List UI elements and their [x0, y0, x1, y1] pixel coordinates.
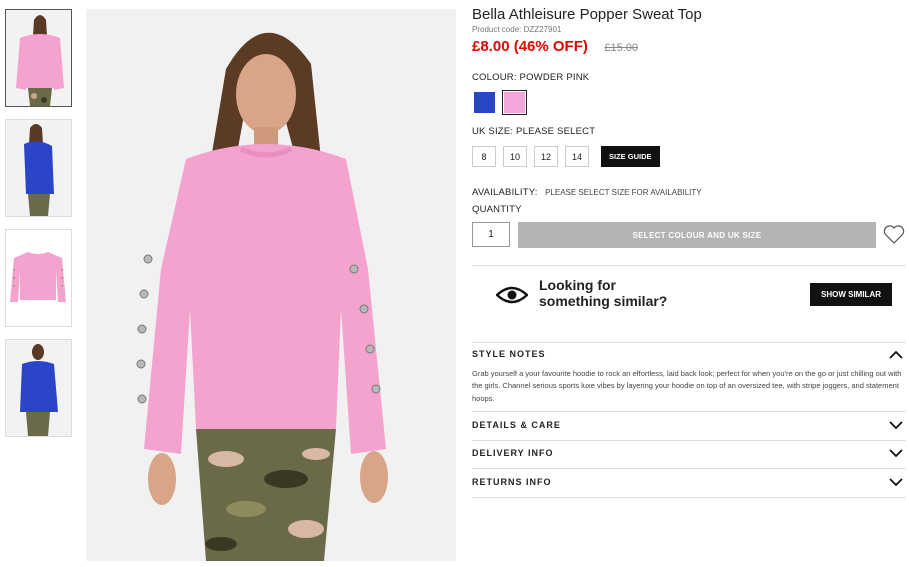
price-row: £8.00 (46% OFF) £15.00 — [472, 38, 638, 56]
add-to-bag-button[interactable]: SELECT COLOUR AND UK SIZE — [518, 222, 876, 248]
colour-label-text: COLOUR: — [472, 72, 517, 83]
size-option-12[interactable]: 12 — [534, 146, 558, 167]
size-guide-button[interactable]: SIZE GUIDE — [601, 146, 660, 167]
accordion-returns-info[interactable]: RETURNS INFO — [472, 477, 552, 487]
divider — [472, 265, 906, 266]
divider — [472, 342, 906, 343]
similar-line-2: something similar? — [539, 293, 668, 309]
similar-heading: Looking for something similar? — [539, 277, 667, 309]
chevron-down-icon[interactable] — [889, 478, 903, 487]
divider — [472, 497, 906, 498]
was-price: £15.00 — [604, 42, 638, 54]
swatch-powder-pink[interactable] — [502, 90, 527, 115]
chevron-down-icon[interactable] — [889, 449, 903, 458]
availability-value: PLEASE SELECT SIZE FOR AVAILABILITY — [545, 188, 702, 197]
accordion-details-care[interactable]: DETAILS & CARE — [472, 420, 561, 430]
sale-price: £8.00 (46% OFF) — [472, 38, 588, 55]
main-product-image[interactable] — [86, 9, 456, 561]
swatch-cobalt[interactable] — [472, 90, 497, 115]
similar-banner: Looking for something similar? SHOW SIMI… — [472, 273, 906, 323]
accordion-delivery-info[interactable]: DELIVERY INFO — [472, 448, 554, 458]
availability: AVAILABILITY: PLEASE SELECT SIZE FOR AVA… — [472, 182, 702, 200]
product-code: Product code: DZZ27901 — [472, 25, 562, 34]
eye-icon — [496, 286, 528, 304]
size-value: PLEASE SELECT — [516, 126, 596, 137]
thumbnail-flat-pink[interactable] — [5, 229, 72, 327]
colour-label: COLOUR: POWDER PINK — [472, 72, 589, 83]
size-option-10[interactable]: 10 — [503, 146, 527, 167]
chevron-down-icon[interactable] — [889, 421, 903, 430]
colour-swatches — [472, 90, 527, 115]
accordion-style-notes[interactable]: STYLE NOTES — [472, 349, 546, 359]
colour-value: POWDER PINK — [519, 72, 590, 83]
thumbnail-list — [5, 9, 72, 449]
show-similar-button[interactable]: SHOW SIMILAR — [810, 283, 892, 306]
thumbnail-back-blue[interactable] — [5, 339, 72, 437]
size-option-8[interactable]: 8 — [472, 146, 496, 167]
divider — [472, 440, 906, 441]
size-label: UK SIZE: PLEASE SELECT — [472, 126, 595, 137]
size-option-14[interactable]: 14 — [565, 146, 589, 167]
heart-icon[interactable] — [882, 222, 906, 246]
style-notes-text: Grab yourself a your favourite hoodie to… — [472, 369, 902, 403]
product-title: Bella Athleisure Popper Sweat Top — [472, 6, 702, 23]
chevron-up-icon[interactable] — [889, 350, 903, 359]
thumbnail-side-blue[interactable] — [5, 119, 72, 217]
thumbnail-front-pink[interactable] — [5, 9, 72, 107]
divider — [472, 468, 906, 469]
availability-label: AVAILABILITY: — [472, 187, 538, 198]
similar-line-1: Looking for — [539, 277, 616, 293]
size-label-text: UK SIZE: — [472, 126, 514, 137]
divider — [472, 411, 906, 412]
quantity-label: QUANTITY — [472, 204, 522, 215]
quantity-input[interactable]: 1 — [472, 222, 510, 247]
size-options: 8 10 12 14 SIZE GUIDE — [472, 146, 660, 167]
